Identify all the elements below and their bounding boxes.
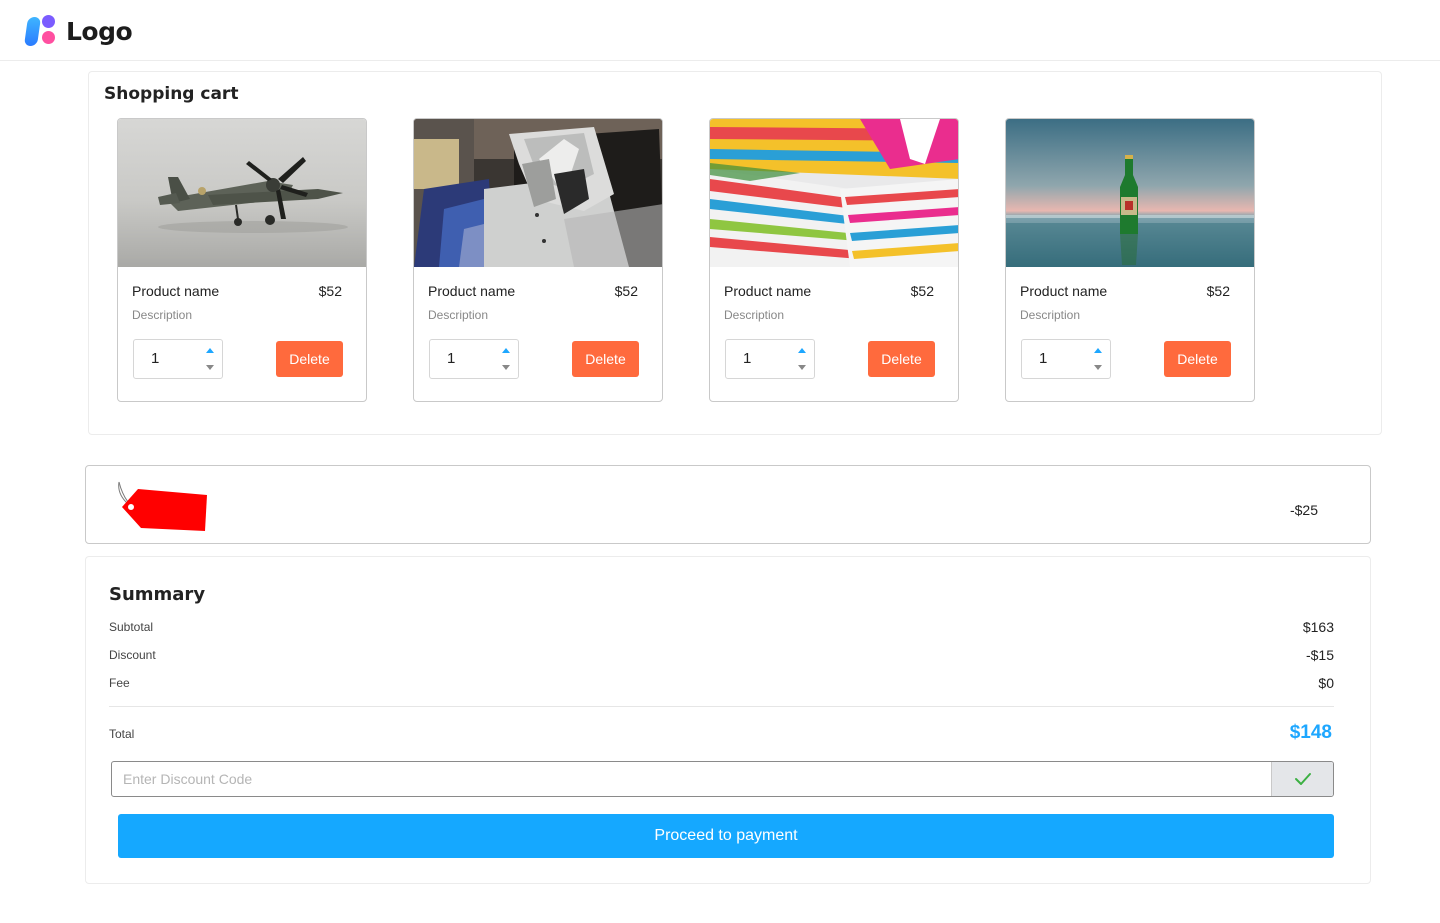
total-label: Total [109,727,135,741]
increment-arrow-icon[interactable] [1094,348,1102,353]
product-price: $52 [1206,283,1230,299]
quantity-stepper[interactable]: 1 [429,339,519,379]
price-tag-icon [116,480,211,540]
decrement-arrow-icon[interactable] [502,365,510,370]
summary-value: $0 [1318,675,1334,691]
logo-mark-icon [23,15,58,47]
summary-row-subtotal: Subtotal $163 [109,618,1334,638]
product-image-bottle-on-sea [1006,119,1254,267]
summary-value: -$15 [1305,647,1334,663]
quantity-value[interactable]: 1 [743,350,751,367]
increment-arrow-icon[interactable] [502,348,510,353]
product-name[interactable]: Product name [132,283,219,299]
delete-button[interactable]: Delete [868,341,935,377]
order-summary: Summary Subtotal $163 Discount -$15 Fee … [85,556,1371,884]
product-card: Product name $52 Description 1 Delete [413,118,663,402]
product-description: Description [428,308,489,322]
delete-button[interactable]: Delete [1164,341,1231,377]
product-card: Product name $52 Description 1 Delete [117,118,367,402]
product-price: $52 [910,283,934,299]
logo-text: Logo [66,16,133,46]
product-image-striped-pillows [710,119,958,267]
discount-strip: -$25 [85,465,1371,544]
product-card: Product name $52 Description 1 Delete [709,118,959,402]
increment-arrow-icon[interactable] [206,348,214,353]
summary-label: Fee [109,676,130,690]
quantity-stepper[interactable]: 1 [725,339,815,379]
summary-label: Subtotal [109,620,154,634]
decrement-arrow-icon[interactable] [1094,365,1102,370]
summary-label: Discount [109,648,156,662]
product-name[interactable]: Product name [1020,283,1107,299]
decrement-arrow-icon[interactable] [206,365,214,370]
product-image-model-airplane [118,119,366,267]
delete-button[interactable]: Delete [572,341,639,377]
product-name[interactable]: Product name [724,283,811,299]
discount-amount: -$25 [1289,502,1318,518]
summary-row-fee: Fee $0 [109,674,1334,694]
increment-arrow-icon[interactable] [798,348,806,353]
top-header: Logo [0,0,1440,61]
product-image-folded-shirts [414,119,662,267]
cart-title: Shopping cart [104,84,239,104]
total-value: $148 [1289,722,1332,743]
check-icon [1295,773,1311,785]
product-description: Description [132,308,193,322]
product-description: Description [1020,308,1081,322]
product-name[interactable]: Product name [428,283,515,299]
product-price: $52 [614,283,638,299]
delete-button[interactable]: Delete [276,341,343,377]
summary-value: $163 [1302,619,1334,635]
summary-row-discount: Discount -$15 [109,646,1334,666]
quantity-value[interactable]: 1 [447,350,455,367]
quantity-value[interactable]: 1 [1039,350,1047,367]
proceed-to-payment-button[interactable]: Proceed to payment [118,814,1334,858]
summary-divider [109,706,1334,707]
shopping-cart-panel: Shopping cart Product name $52 Descripti… [88,71,1382,435]
product-description: Description [724,308,785,322]
discount-code-input[interactable] [112,762,1272,796]
quantity-stepper[interactable]: 1 [1021,339,1111,379]
discount-code-field [111,761,1334,797]
quantity-stepper[interactable]: 1 [133,339,223,379]
product-price: $52 [318,283,342,299]
quantity-value[interactable]: 1 [151,350,159,367]
apply-code-button[interactable] [1271,762,1333,796]
product-card: Product name $52 Description 1 Delete [1005,118,1255,402]
decrement-arrow-icon[interactable] [798,365,806,370]
logo[interactable]: Logo [23,15,133,47]
summary-title: Summary [109,584,206,605]
